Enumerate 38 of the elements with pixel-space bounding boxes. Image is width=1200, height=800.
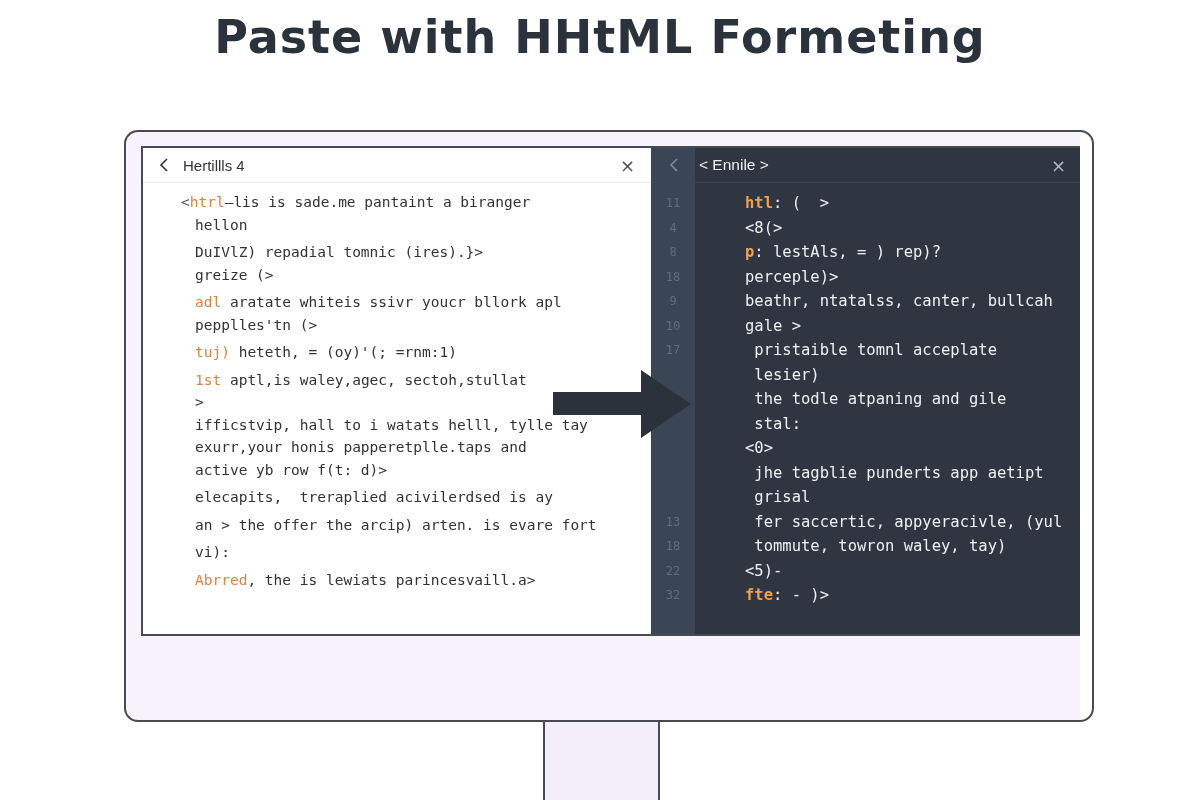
code-line: the todle atpaning and gile: [753, 390, 1007, 409]
code-line: exurr,your honis papperetplle.taps and: [194, 438, 528, 457]
code-line: DuIVlZ) repadial tomnic (ires).}>: [194, 243, 485, 262]
code-line: pristaible tomnl acceplate: [753, 341, 997, 360]
code-line: <htrl—lis is sade.me pantaint a biranger: [181, 193, 532, 212]
code-line: vi):: [194, 543, 231, 562]
code-line: <0>: [744, 439, 773, 458]
code-line: adl aratate whiteis ssivr youcr bllork apl: [194, 293, 563, 312]
panel-title: < Ennile >: [699, 156, 770, 174]
code-line: >: [194, 393, 205, 412]
close-icon[interactable]: ×: [1050, 154, 1066, 176]
code-line: tuj) heteth, = (oy)'(; =rnm:1): [194, 343, 458, 362]
code-line: ifficstvip, hall to i watats helll, tylle tay: [194, 415, 589, 435]
code-line: 1st aptl,is waley,agec, sectoh,stullat: [194, 370, 528, 390]
code-line: stal:: [753, 414, 801, 433]
code-line: gale >: [744, 316, 801, 335]
code-line: greize (>: [194, 265, 275, 285]
page-title: Paste with HHtML Formeting: [213, 9, 987, 66]
code-line: <5)-: [744, 561, 783, 580]
code-line: htl: ( >: [744, 194, 829, 213]
code-line: jhe tagblie punderts app aetipt: [753, 463, 1044, 482]
close-icon[interactable]: ×: [619, 154, 635, 176]
code-line: fer saccertic, appyeracivle, (yul: [753, 512, 1063, 531]
panel-title: Hertillls 4: [183, 156, 246, 174]
code-line: grisal: [753, 488, 811, 507]
code-line: <8(>: [744, 218, 783, 237]
code-line: tommute, towron waley, tay): [753, 537, 1007, 556]
code-line: lesier): [753, 365, 820, 384]
code-line: fte: - )>: [744, 586, 829, 605]
code-line: beathr, ntatalss, canter, bullcah: [744, 292, 1053, 311]
code-line: Abrred, the is lewiats parincesvaill.a>: [194, 570, 537, 590]
code-line: active yb row f(t: d)>: [194, 460, 389, 480]
code-line: elecapits, treraplied acivilerdsed is ay: [194, 488, 554, 507]
code-line: hellon: [194, 215, 249, 235]
code-line: an > the offer the arcip) arten. is evare fort: [194, 515, 598, 535]
code-line: pepplles'tn (>: [194, 315, 319, 335]
code-line: p: lestAls, = ) rep)?: [744, 243, 941, 262]
code-line: perceple)>: [744, 267, 839, 286]
